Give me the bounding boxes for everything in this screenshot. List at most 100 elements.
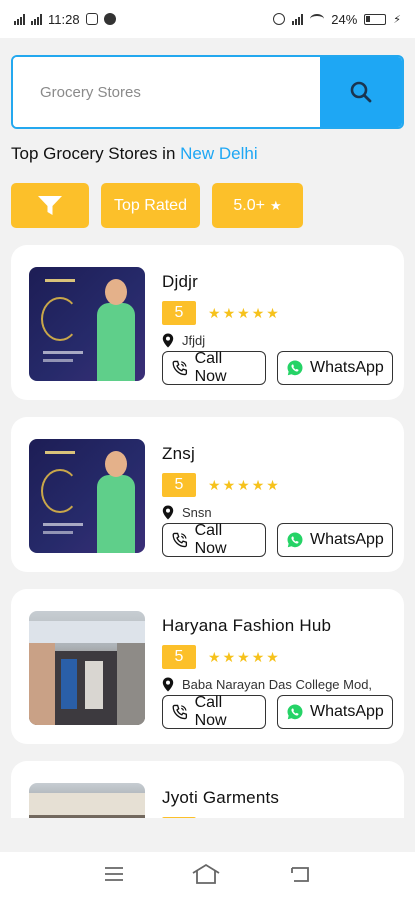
rating-row: 5 ★ ★ ★ ★ ★ (162, 645, 394, 669)
store-info: Znsj 5 ★ ★ ★ ★ ★ Snsn Call Now WhatsApp (162, 444, 394, 557)
search-button[interactable] (320, 57, 402, 127)
star-rating: ★ ★ ★ ★ ★ (208, 650, 279, 664)
store-name: Znsj (162, 444, 195, 463)
star-icon: ★ (251, 305, 265, 321)
call-now-label: Call Now (194, 350, 227, 385)
nav-menu-button[interactable] (103, 865, 125, 888)
rating-filter-chip[interactable]: 5.0+ ★ (212, 183, 303, 228)
whatsapp-button[interactable]: WhatsApp (277, 695, 393, 729)
card-actions: Call Now WhatsApp (162, 522, 394, 557)
address-row: Baba Narayan Das College Mod, (162, 677, 394, 692)
store-name: Djdjr (162, 272, 198, 291)
phone-icon (172, 704, 188, 720)
rating-badge: 5 (162, 645, 196, 669)
store-image (29, 783, 145, 818)
rating-badge (162, 817, 196, 818)
whatsapp-button[interactable]: WhatsApp (277, 351, 393, 385)
store-image (29, 611, 145, 725)
main-content: Top Grocery Stores in New Delhi Top Rate… (0, 38, 415, 818)
call-now-button[interactable]: Call Now (162, 694, 266, 729)
address-row: Snsn (162, 505, 394, 520)
store-card[interactable]: Haryana Fashion Hub 5 ★ ★ ★ ★ ★ Baba Narayan… (11, 589, 404, 744)
rating-filter-label: 5.0+ (233, 196, 265, 214)
signal-icon (14, 13, 25, 25)
store-name: Jyoti Garments (162, 788, 280, 807)
status-left: 11:28 (14, 12, 116, 27)
star-rating: ★ ★ ★ ★ ★ (208, 306, 279, 320)
whatsapp-button[interactable]: WhatsApp (277, 523, 393, 557)
location-pin-icon (162, 677, 174, 692)
store-card[interactable]: Djdjr 5 ★ ★ ★ ★ ★ Jfjdj Call Now WhatsApp (11, 245, 404, 400)
rating-badge: 5 (162, 473, 196, 497)
store-image (29, 439, 145, 553)
nav-back-button[interactable] (288, 864, 312, 889)
menu-icon (105, 866, 124, 881)
star-icon: ★ (266, 305, 279, 321)
store-address: Snsn (182, 505, 212, 520)
store-info: Jyoti Garments (162, 788, 394, 818)
phone-icon (172, 532, 188, 548)
card-actions: Call Now WhatsApp (162, 694, 394, 729)
battery-icon (364, 13, 387, 25)
call-now-label: Call Now (194, 522, 227, 557)
call-now-button[interactable]: Call Now (162, 350, 266, 385)
hotspot-icon (273, 13, 286, 25)
back-icon (290, 866, 309, 882)
star-icon: ★ (222, 477, 236, 493)
search-bar (11, 55, 404, 129)
home-icon (193, 863, 220, 884)
star-icon: ★ (208, 477, 221, 493)
store-card[interactable]: Znsj 5 ★ ★ ★ ★ ★ Snsn Call Now WhatsApp (11, 417, 404, 572)
whatsapp-label: WhatsApp (310, 531, 384, 548)
battery-percent: 24% (331, 11, 358, 27)
star-icon: ★ (237, 477, 250, 493)
store-info: Djdjr 5 ★ ★ ★ ★ ★ Jfjdj Call Now WhatsApp (162, 272, 394, 385)
whatsapp-icon (287, 532, 303, 548)
store-address: Baba Narayan Das College Mod, (182, 677, 373, 692)
rating-row: 5 ★ ★ ★ ★ ★ (162, 473, 394, 497)
top-rated-chip[interactable]: Top Rated (101, 183, 200, 228)
address-row: Jfjdj (162, 333, 394, 348)
star-icon: ★ (208, 649, 221, 665)
star-icon: ★ (237, 305, 250, 321)
call-now-button[interactable]: Call Now (162, 522, 266, 557)
charging-icon: ⚡ (393, 13, 401, 26)
wifi-icon (310, 14, 325, 24)
star-icon: ★ (208, 305, 221, 321)
whatsapp-icon (287, 360, 303, 376)
star-icon: ★ (251, 477, 265, 493)
whatsapp-label: WhatsApp (310, 703, 384, 720)
star-icon: ★ (222, 649, 236, 665)
star-rating: ★ ★ ★ ★ ★ (208, 478, 279, 492)
star-icon: ★ (269, 197, 282, 213)
star-icon: ★ (222, 305, 236, 321)
star-icon: ★ (237, 649, 250, 665)
store-image (29, 267, 145, 381)
phone-icon (172, 360, 188, 376)
store-card[interactable]: Jyoti Garments (11, 761, 404, 818)
call-now-label: Call Now (194, 694, 227, 729)
store-info: Haryana Fashion Hub 5 ★ ★ ★ ★ ★ Baba Narayan… (162, 616, 394, 729)
signal-icon (31, 13, 42, 25)
location-pin-icon (162, 505, 174, 520)
star-icon: ★ (266, 649, 279, 665)
filter-icon (38, 195, 62, 215)
star-icon: ★ (266, 477, 279, 493)
nav-home-button[interactable] (191, 863, 221, 890)
whatsapp-label: WhatsApp (310, 359, 384, 376)
search-input[interactable] (13, 57, 320, 127)
status-bar: 11:28 24% ⚡ (0, 0, 415, 38)
status-right: 24% ⚡ (273, 12, 401, 27)
store-name: Haryana Fashion Hub (162, 616, 332, 635)
store-address: Jfjdj (182, 333, 206, 348)
page-heading: Top Grocery Stores in New Delhi (11, 144, 404, 164)
system-navigation-bar (0, 852, 415, 900)
notification-icon (85, 13, 98, 25)
heading-text: Top Grocery Stores in (11, 144, 181, 163)
location-pin-icon (162, 333, 174, 348)
filter-button[interactable] (11, 183, 89, 228)
clock: 11:28 (48, 11, 80, 27)
card-actions: Call Now WhatsApp (162, 350, 394, 385)
city-link[interactable]: New Delhi (180, 144, 257, 163)
signal-icon (292, 13, 304, 25)
